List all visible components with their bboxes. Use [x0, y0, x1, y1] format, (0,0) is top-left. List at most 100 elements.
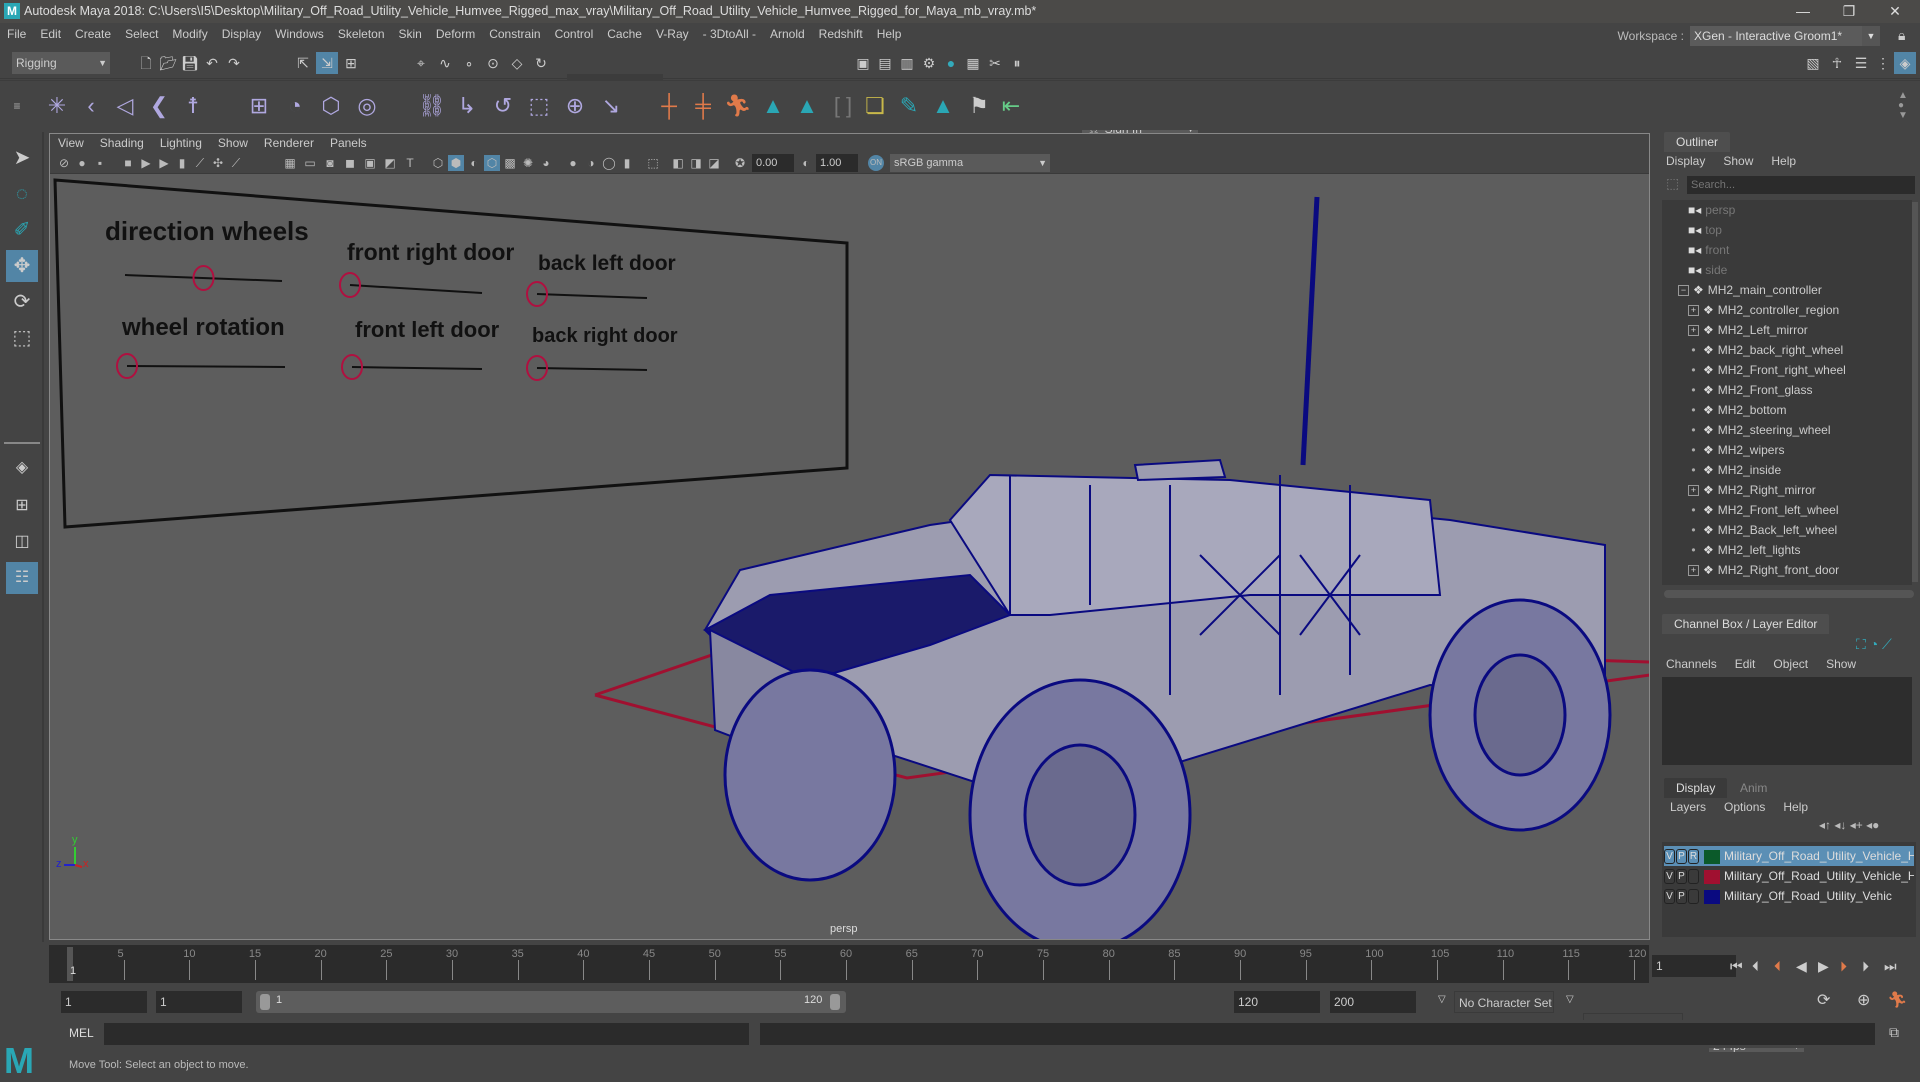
menu-3dtoall[interactable]: - 3DtoAll -: [696, 23, 763, 45]
select-hierarchy-icon[interactable]: ⇱: [292, 52, 314, 74]
outliner-menu-show[interactable]: Show: [1723, 154, 1753, 168]
anim-prefs-icon[interactable]: 🏃︎: [1887, 990, 1907, 1010]
menu-skeleton[interactable]: Skeleton: [331, 23, 392, 45]
playback-start-field[interactable]: 1: [156, 991, 242, 1013]
viewport-menu-panels[interactable]: Panels: [322, 134, 375, 152]
viewport-menu-show[interactable]: Show: [210, 134, 256, 152]
outliner-item[interactable]: • ❖ MH2_Back_left_wheel: [1688, 520, 1837, 540]
layer-reference-toggle[interactable]: [1688, 869, 1699, 885]
menu-redshift[interactable]: Redshift: [812, 23, 870, 45]
outliner-item[interactable]: • ❖ MH2_wipers: [1688, 440, 1784, 460]
outliner-item[interactable]: ■◂ persp: [1688, 200, 1735, 220]
safe-title-icon[interactable]: ◩: [382, 155, 398, 171]
ipr-render-icon[interactable]: ▥: [896, 52, 918, 74]
layer-playback-toggle[interactable]: P: [1676, 869, 1687, 885]
expand-icon[interactable]: +: [1688, 485, 1699, 497]
layer-menu-layers[interactable]: Layers: [1670, 800, 1706, 814]
outliner-item[interactable]: − ❖ MH2_main_controller: [1678, 280, 1822, 300]
layer-visibility-toggle[interactable]: V: [1664, 869, 1675, 885]
outliner-menu-help[interactable]: Help: [1771, 154, 1796, 168]
menu-create[interactable]: Create: [68, 23, 118, 45]
viewport-menu-shading[interactable]: Shading: [92, 134, 152, 152]
safe-action-icon[interactable]: ▣: [362, 155, 378, 171]
text-icon[interactable]: T: [402, 155, 418, 171]
time-slider[interactable]: 1 5 10 15 20 25 30 35 40 45 50 55 60 65 70 75 80 85 90 95 1…: [49, 945, 1649, 983]
default-material-icon[interactable]: ◐: [466, 155, 482, 171]
play-backward-icon[interactable]: ◀: [1796, 958, 1807, 975]
outliner-menu-display[interactable]: Display: [1666, 154, 1705, 168]
lock-icon[interactable]: 🔒︎: [1898, 27, 1905, 44]
layer-row[interactable]: V P R Military_Off_Road_Utility_Vehicle_Hu: [1664, 846, 1914, 866]
snap-surface-icon[interactable]: ◇: [506, 52, 528, 74]
anti-aliasing-icon[interactable]: ◯: [601, 155, 617, 171]
maya-tool-icon[interactable]: ▲: [760, 93, 786, 119]
range-start-handle[interactable]: [260, 994, 270, 1010]
menu-help[interactable]: Help: [870, 23, 909, 45]
parent-constraint-icon[interactable]: ⛓: [418, 93, 446, 119]
lattice-icon[interactable]: ⬡: [318, 93, 344, 119]
outliner-item[interactable]: ■◂ front: [1688, 240, 1729, 260]
3d-scene[interactable]: direction wheels front right door back lef…: [50, 175, 1649, 939]
menu-deform[interactable]: Deform: [429, 23, 482, 45]
menu-windows[interactable]: Windows: [268, 23, 331, 45]
open-scene-icon[interactable]: 📂︎: [157, 52, 179, 74]
viewport-menu-lighting[interactable]: Lighting: [152, 134, 210, 152]
render-frame-icon[interactable]: ▣: [852, 52, 874, 74]
save-scene-icon[interactable]: 💾︎: [179, 52, 201, 74]
joint-tool-icon[interactable]: ✳: [44, 93, 70, 119]
outliner-item[interactable]: • ❖ MH2_Front_right_wheel: [1688, 360, 1845, 380]
outliner-item[interactable]: + ❖ MH2_Left_mirror: [1688, 320, 1808, 340]
menu-file[interactable]: File: [0, 23, 33, 45]
paint-select-icon[interactable]: ✐: [6, 214, 38, 246]
textured-icon[interactable]: ▩: [502, 155, 518, 171]
four-view-icon[interactable]: ⊞: [6, 490, 38, 522]
range-slider[interactable]: 1 120: [256, 991, 846, 1013]
loop-icon[interactable]: ⟳: [1817, 990, 1830, 1010]
menu-constrain[interactable]: Constrain: [482, 23, 547, 45]
filter-icon[interactable]: ⬚: [1666, 175, 1679, 192]
outliner-item[interactable]: • ❖ MH2_inside: [1688, 460, 1781, 480]
gate-mask-icon[interactable]: ◙: [322, 155, 338, 171]
outliner-item[interactable]: +❖MH2_right_back_door: [1688, 580, 1836, 585]
character-set-dropdown[interactable]: No Character Set: [1454, 991, 1554, 1013]
redo-icon[interactable]: ↷: [223, 52, 245, 74]
script-editor-icon[interactable]: ⧉: [1889, 1024, 1899, 1041]
expand-icon[interactable]: +: [1688, 305, 1699, 317]
use-lights-icon[interactable]: ✺: [520, 155, 536, 171]
outliner-item[interactable]: • ❖ MH2_Front_left_wheel: [1688, 500, 1838, 520]
channel-menu-show[interactable]: Show: [1826, 657, 1856, 671]
camera-attributes-icon[interactable]: ▪: [92, 155, 108, 171]
scale-tool-icon[interactable]: ⬚: [6, 322, 38, 354]
channel-box-icon[interactable]: ◈: [1894, 52, 1916, 74]
ambient-occlusion-icon[interactable]: ●: [565, 155, 581, 171]
select-tool-icon[interactable]: ➤: [6, 142, 38, 174]
locator-icon[interactable]: ┼: [656, 93, 682, 119]
step-forward-key-icon[interactable]: ⏵: [1862, 958, 1869, 975]
grid-icon[interactable]: ▦: [282, 155, 298, 171]
grease-pencil-icon[interactable]: ▮: [174, 155, 190, 171]
step-back-key-icon[interactable]: ⏴: [1752, 958, 1759, 975]
lasso-tool-icon[interactable]: ◌: [6, 178, 38, 210]
render-sequence-icon[interactable]: ▤: [874, 52, 896, 74]
workspace-dropdown[interactable]: XGen - Interactive Groom1* ▼: [1690, 26, 1880, 46]
ik-spline-icon[interactable]: ◁: [112, 93, 138, 119]
modeling-toolkit-icon[interactable]: ▧: [1802, 52, 1824, 74]
step-forward-frame-icon[interactable]: ⏵: [1840, 958, 1847, 975]
remove-influence-icon[interactable]: ⇤: [998, 93, 1024, 119]
undo-icon[interactable]: ↶: [201, 52, 223, 74]
snap-view-icon[interactable]: ⊙: [482, 52, 504, 74]
depth-of-field-icon[interactable]: ▮: [619, 155, 635, 171]
select-component-icon[interactable]: ⊞: [340, 52, 362, 74]
layer-tab-display[interactable]: Display: [1664, 778, 1728, 798]
mirror-joint-icon[interactable]: ❮: [146, 93, 172, 119]
go-to-start-icon[interactable]: ⏮: [1730, 958, 1743, 975]
exposure-field[interactable]: 0.00: [752, 154, 794, 172]
wireframe-icon[interactable]: ⬡: [430, 155, 446, 171]
snap-vertex-icon[interactable]: ↻: [530, 52, 552, 74]
menu-cache[interactable]: Cache: [600, 23, 649, 45]
attribute-editor-icon[interactable]: ☰: [1850, 52, 1872, 74]
outliner-hscrollbar[interactable]: [1664, 590, 1914, 598]
close-button[interactable]: ✕: [1872, 0, 1918, 23]
menu-edit[interactable]: Edit: [33, 23, 68, 45]
menu-arnold[interactable]: Arnold: [763, 23, 812, 45]
